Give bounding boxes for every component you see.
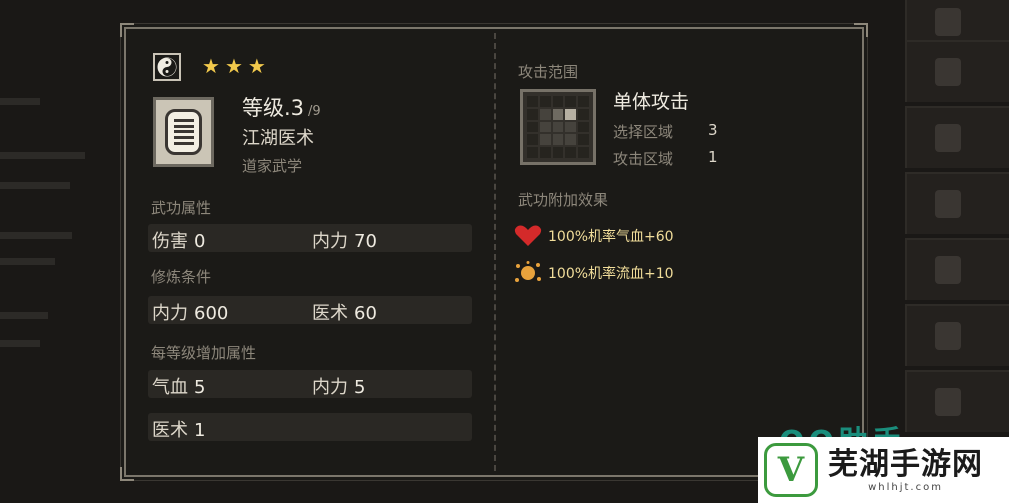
taiji-icon [153, 53, 181, 81]
watermark-title: 芜湖手游网 [828, 446, 983, 482]
bg-bar [0, 98, 40, 105]
bg-side-tab [905, 106, 1009, 168]
bleed-icon [515, 261, 541, 282]
skill-detail-dialog: ★ ★ ★ 等级.3/9 江湖医术 道家武学 武功属性 伤害 0 内力 70 修炼条… [120, 23, 868, 481]
section-requirements-title: 修炼条件 [151, 268, 212, 286]
per-level-row: 气血 5 内力 5 [148, 370, 472, 398]
attack-range-grid [520, 89, 596, 165]
panel-divider [494, 33, 496, 471]
bg-bar [0, 340, 40, 347]
req-neili: 内力 600 [152, 303, 229, 324]
frame-corner [854, 23, 868, 37]
stat-damage: 伤害 0 [152, 231, 206, 252]
attributes-row: 伤害 0 内力 70 [148, 224, 472, 252]
select-area-row: 选择区域 3 [613, 121, 718, 141]
effect-row: 100%机率气血+60 [514, 225, 674, 247]
skill-level: 等级.3/9 [242, 92, 321, 122]
skill-scroll-icon [153, 97, 214, 167]
bg-bar [0, 182, 70, 189]
bg-side-tab [905, 40, 1009, 102]
bg-side-tab [905, 238, 1009, 300]
effect-row: 100%机率流血+10 [514, 261, 674, 285]
site-logo-icon: V [764, 443, 818, 497]
bg-side-tab [905, 370, 1009, 432]
effect-text: 100%机率流血+10 [548, 266, 674, 282]
per-level-neili: 内力 5 [312, 377, 366, 398]
star-icon: ★ [247, 54, 266, 78]
attack-range-title: 攻击范围 [518, 63, 579, 81]
bg-side-tab [905, 304, 1009, 366]
bg-bar [0, 152, 85, 159]
frame-corner [120, 23, 134, 37]
rarity-stars: ★ ★ ★ [202, 55, 266, 77]
bg-bar [0, 232, 72, 239]
section-attributes-title: 武功属性 [151, 199, 212, 217]
section-per-level-title: 每等级增加属性 [151, 344, 257, 362]
per-level-row: 医术 1 [148, 413, 472, 441]
site-watermark: V 芜湖手游网 whlhjt.com [758, 437, 1009, 503]
star-icon: ★ [224, 54, 243, 78]
per-level-medicine: 医术 1 [152, 420, 206, 441]
requirements-row: 内力 600 医术 60 [148, 296, 472, 324]
skill-name: 江湖医术 [242, 128, 314, 149]
attack-type: 单体攻击 [613, 91, 690, 113]
heart-icon [514, 225, 542, 246]
effect-text: 100%机率气血+60 [548, 229, 674, 245]
stat-neili: 内力 70 [312, 231, 377, 252]
level-max: /9 [308, 104, 321, 119]
bg-bar [0, 258, 55, 265]
attack-area-row: 攻击区域 1 [613, 148, 718, 168]
watermark-url: whlhjt.com [868, 481, 943, 493]
per-level-hp: 气血 5 [152, 377, 206, 398]
effects-title: 武功附加效果 [518, 191, 609, 209]
star-icon: ★ [202, 54, 220, 78]
frame-corner [120, 467, 134, 481]
skill-school: 道家武学 [242, 157, 303, 175]
level-label: 等级.3 [242, 96, 305, 120]
req-medicine: 医术 60 [312, 303, 377, 324]
bg-bar [0, 312, 48, 319]
bg-side-tab [905, 172, 1009, 234]
